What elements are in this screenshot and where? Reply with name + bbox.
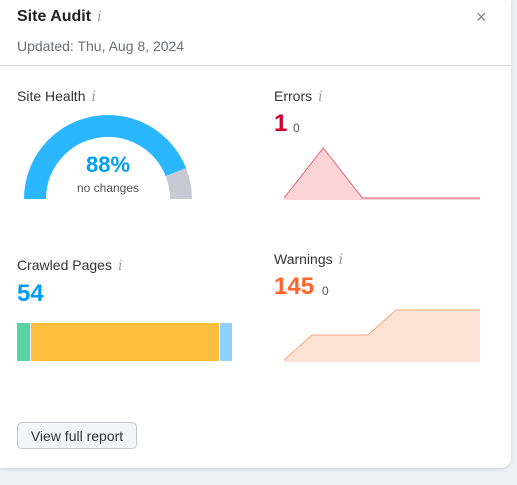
site-audit-widget: Site Audit i × Updated: Thu, Aug 8, 2024 …: [0, 0, 511, 468]
site-health-label: Site Health i: [17, 88, 96, 105]
crawled-pages-label-text: Crawled Pages: [17, 257, 112, 273]
errors-label: Errors i: [274, 88, 323, 105]
errors-delta: 0: [293, 121, 300, 135]
errors-trend-area: [284, 148, 480, 200]
warnings-label-text: Warnings: [274, 251, 333, 267]
warnings-value[interactable]: 145: [274, 273, 314, 301]
bar-segment-healthy[interactable]: [17, 323, 31, 361]
view-full-report-button[interactable]: View full report: [17, 422, 137, 449]
bar-segment-redirected[interactable]: [218, 323, 232, 361]
errors-trend-chart: [284, 147, 480, 200]
info-icon[interactable]: i: [118, 258, 122, 274]
warnings-delta: 0: [322, 284, 329, 298]
crawled-pages-label: Crawled Pages i: [17, 257, 122, 274]
gauge-remaining-arc: [165, 168, 192, 200]
site-health-label-text: Site Health: [17, 88, 86, 104]
crawled-pages-bar[interactable]: [17, 323, 234, 361]
errors-label-text: Errors: [274, 88, 313, 104]
site-health-value: 88%: [85, 152, 131, 177]
divider: [0, 65, 511, 66]
warnings-label: Warnings i: [274, 251, 343, 268]
info-icon[interactable]: i: [339, 252, 343, 268]
close-icon[interactable]: ×: [476, 7, 487, 28]
site-health-change: no changes: [76, 181, 140, 195]
updated-date: Updated: Thu, Aug 8, 2024: [17, 38, 185, 54]
warnings-trend-chart: [284, 309, 480, 362]
bar-segment-have-issues[interactable]: [30, 323, 219, 361]
widget-title: Site Audit i: [17, 8, 102, 26]
widget-title-text: Site Audit: [17, 8, 92, 25]
info-icon[interactable]: i: [91, 89, 95, 105]
warnings-trend-area: [284, 310, 480, 362]
info-icon[interactable]: i: [97, 9, 101, 25]
crawled-pages-value[interactable]: 54: [17, 280, 44, 308]
info-icon[interactable]: i: [318, 89, 322, 105]
errors-value[interactable]: 1: [274, 110, 287, 138]
